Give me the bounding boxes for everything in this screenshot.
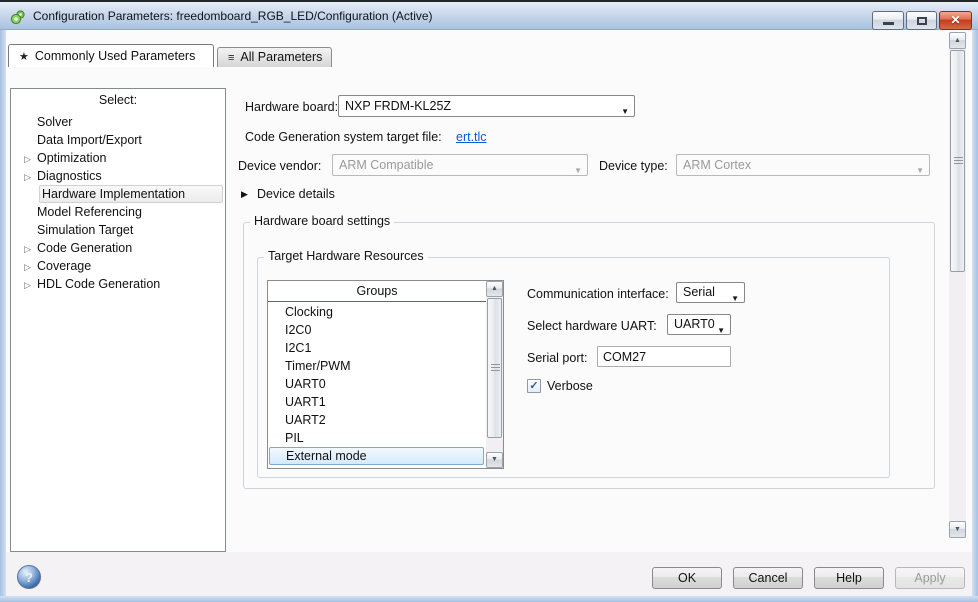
group-item-i2c0[interactable]: I2C0 [268, 321, 503, 339]
hardware-uart-value: UART0 [674, 317, 715, 331]
question-mark-icon: ? [18, 566, 40, 589]
window-border-right [972, 30, 978, 596]
tab-commonly-used-parameters[interactable]: ★ Commonly Used Parameters [8, 44, 214, 67]
tab-label: All Parameters [240, 50, 322, 64]
verbose-checkbox[interactable]: ✓ [527, 379, 541, 393]
star-icon: ★ [19, 46, 29, 68]
chevron-down-icon: ▼ [621, 102, 629, 122]
list-icon: ≡ [228, 49, 234, 68]
hardware-board-label: Hardware board: [245, 100, 338, 114]
system-target-file-link[interactable]: ert.tlc [456, 130, 487, 144]
communication-interface-select[interactable]: Serial ▼ [676, 282, 745, 303]
down-arrow-icon: ▼ [950, 522, 965, 537]
sidebar-item-hardware-implementation[interactable]: ▷Hardware Implementation [39, 185, 223, 203]
sidebar-item-coverage[interactable]: ▷Coverage [11, 257, 225, 275]
sidebar-item-data-import-export[interactable]: ▷Data Import/Export [11, 131, 225, 149]
scroll-up-button[interactable]: ▲ [486, 281, 503, 297]
expander-arrow-icon[interactable]: ▶ [241, 189, 248, 200]
group-item-i2c1[interactable]: I2C1 [268, 339, 503, 357]
help-button-round[interactable]: ? [17, 565, 41, 589]
twisty-icon[interactable]: ▷ [24, 150, 37, 168]
close-button[interactable]: ✕ [939, 11, 972, 30]
scrollbar-thumb[interactable] [950, 50, 965, 272]
check-icon: ✓ [528, 380, 540, 393]
close-icon: ✕ [940, 13, 971, 27]
hardware-uart-label: Select hardware UART: [527, 319, 657, 333]
device-vendor-select: ARM Compatible ▼ [332, 154, 588, 176]
groups-list-scrollbar[interactable]: ▲ ▼ [486, 281, 503, 468]
group-item-uart1[interactable]: UART1 [268, 393, 503, 411]
help-button[interactable]: Help [814, 567, 884, 589]
twisty-icon[interactable]: ▷ [24, 276, 37, 294]
groups-list-header: Groups [268, 281, 486, 302]
serial-port-label: Serial port: [527, 351, 587, 365]
device-vendor-label: Device vendor: [238, 159, 321, 173]
communication-interface-label: Communication interface: [527, 287, 669, 301]
device-details-expander[interactable]: Device details [257, 187, 335, 201]
sidebar-item-simulation-target[interactable]: ▷Simulation Target [11, 221, 225, 239]
sidebar-item-code-generation[interactable]: ▷Code Generation [11, 239, 225, 257]
up-arrow-icon: ▲ [950, 33, 965, 48]
verbose-label: Verbose [547, 379, 593, 393]
device-type-value: ARM Cortex [683, 158, 751, 172]
hardware-board-settings-title: Hardware board settings [250, 214, 394, 228]
tab-label: Commonly Used Parameters [35, 49, 195, 63]
simulink-config-gear-icon [10, 9, 26, 25]
maximize-icon [917, 17, 927, 25]
system-target-file-label: Code Generation system target file: [245, 130, 442, 144]
group-item-uart0[interactable]: UART0 [268, 375, 503, 393]
sidebar-item-hdl-code-generation[interactable]: ▷HDL Code Generation [11, 275, 225, 293]
tree-header: Select: [11, 89, 225, 111]
cancel-button[interactable]: Cancel [733, 567, 803, 589]
twisty-icon[interactable]: ▷ [24, 240, 37, 258]
device-type-select: ARM Cortex ▼ [676, 154, 930, 176]
up-arrow-icon: ▲ [487, 282, 502, 296]
down-arrow-icon: ▼ [487, 453, 502, 467]
main-scrollbar[interactable]: ▲ ▼ [949, 32, 966, 538]
scrollbar-thumb[interactable] [487, 298, 502, 438]
group-item-uart2[interactable]: UART2 [268, 411, 503, 429]
ok-button[interactable]: OK [652, 567, 722, 589]
sidebar-item-model-referencing[interactable]: ▷Model Referencing [11, 203, 225, 221]
apply-button: Apply [895, 567, 965, 589]
target-hardware-resources-title: Target Hardware Resources [264, 249, 428, 263]
minimize-icon [883, 22, 894, 25]
parameter-tree: ▷Solver ▷Data Import/Export ▷Optimizatio… [11, 113, 225, 293]
sidebar-item-optimization[interactable]: ▷Optimization [11, 149, 225, 167]
twisty-icon[interactable]: ▷ [24, 258, 37, 276]
scroll-up-button[interactable]: ▲ [949, 32, 966, 49]
chevron-down-icon: ▼ [717, 321, 725, 340]
chevron-down-icon: ▼ [916, 161, 924, 181]
group-item-external-mode[interactable]: External mode [269, 447, 484, 465]
serial-port-input[interactable] [597, 346, 731, 367]
group-item-pil[interactable]: PIL [268, 429, 503, 447]
hardware-uart-select[interactable]: UART0 ▼ [667, 314, 731, 335]
configuration-parameters-window: Configuration Parameters: freedomboard_R… [0, 0, 978, 602]
twisty-icon[interactable]: ▷ [24, 168, 37, 186]
window-title: Configuration Parameters: freedomboard_R… [33, 9, 433, 23]
scroll-down-button[interactable]: ▼ [949, 521, 966, 538]
group-item-timer-pwm[interactable]: Timer/PWM [268, 357, 503, 375]
title-bar[interactable]: Configuration Parameters: freedomboard_R… [0, 0, 978, 30]
sidebar-item-solver[interactable]: ▷Solver [11, 113, 225, 131]
sidebar-item-diagnostics[interactable]: ▷Diagnostics [11, 167, 225, 185]
minimize-button[interactable] [872, 11, 904, 30]
hardware-board-value: NXP FRDM-KL25Z [345, 99, 451, 113]
chevron-down-icon: ▼ [731, 289, 739, 308]
communication-interface-value: Serial [683, 285, 715, 299]
device-type-label: Device type: [599, 159, 668, 173]
maximize-button[interactable] [906, 11, 937, 30]
parameter-tree-panel: Select: ▷Solver ▷Data Import/Export ▷Opt… [10, 88, 226, 552]
tab-all-parameters[interactable]: ≡ All Parameters [217, 47, 332, 67]
device-vendor-value: ARM Compatible [339, 158, 433, 172]
groups-list: Groups Clocking I2C0 I2C1 Timer/PWM UART… [267, 280, 504, 469]
chevron-down-icon: ▼ [574, 161, 582, 181]
hardware-board-select[interactable]: NXP FRDM-KL25Z ▼ [338, 95, 635, 117]
scroll-down-button[interactable]: ▼ [486, 452, 503, 468]
groups-list-items: Clocking I2C0 I2C1 Timer/PWM UART0 UART1… [268, 303, 503, 465]
group-item-clocking[interactable]: Clocking [268, 303, 503, 321]
thumb-gripper [491, 364, 500, 372]
window-border-bottom [0, 596, 978, 602]
thumb-gripper [954, 157, 963, 165]
